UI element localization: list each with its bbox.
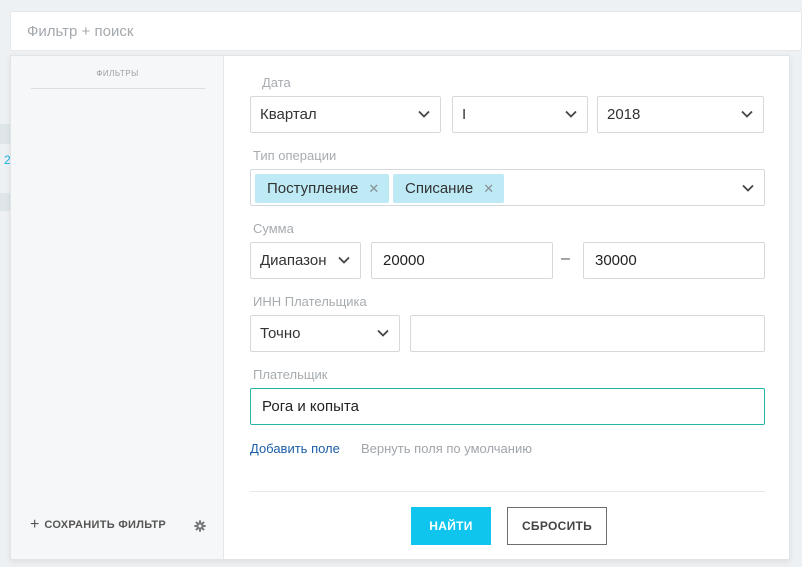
tag-writeoff: Списание ✕ bbox=[393, 174, 504, 203]
form-divider bbox=[250, 491, 765, 492]
date-year-value: 2018 bbox=[607, 106, 641, 123]
operation-type-multiselect[interactable]: Поступление ✕ Списание ✕ bbox=[250, 169, 765, 206]
chevron-down-icon bbox=[418, 110, 430, 118]
amount-from-value: 20000 bbox=[383, 252, 425, 269]
background-row bbox=[0, 193, 10, 211]
filter-panel: ФИЛЬТРЫ + СОХРАНИТЬ ФИЛЬТР Дата Квартал … bbox=[10, 55, 790, 560]
tag-writeoff-label: Списание bbox=[405, 180, 474, 197]
amount-mode-select[interactable]: Диапазон bbox=[250, 242, 361, 279]
payer-label: Плательщик bbox=[253, 367, 328, 382]
inn-label: ИНН Плательщика bbox=[253, 294, 367, 309]
amount-label: Сумма bbox=[253, 221, 294, 236]
plus-icon: + bbox=[30, 516, 40, 533]
close-icon[interactable]: ✕ bbox=[483, 181, 494, 197]
chevron-down-icon bbox=[742, 184, 754, 192]
gear-icon[interactable] bbox=[194, 520, 206, 532]
date-quarter-value: I bbox=[462, 106, 467, 123]
search-input[interactable] bbox=[11, 12, 801, 50]
operation-type-label: Тип операции bbox=[253, 148, 337, 163]
date-period-select[interactable]: Квартал bbox=[250, 96, 441, 133]
date-quarter-select[interactable]: I bbox=[452, 96, 588, 133]
save-filter-label: СОХРАНИТЬ ФИЛЬТР bbox=[44, 519, 166, 531]
add-field-link[interactable]: Добавить поле bbox=[250, 441, 340, 456]
tag-income-label: Поступление bbox=[267, 180, 359, 197]
amount-mode-value: Диапазон bbox=[260, 252, 327, 269]
save-filter-button[interactable]: + СОХРАНИТЬ ФИЛЬТР bbox=[30, 517, 166, 533]
amount-from-input[interactable]: 20000 bbox=[371, 242, 553, 279]
chevron-down-icon bbox=[741, 110, 753, 118]
inn-input[interactable] bbox=[410, 315, 765, 352]
background-row bbox=[0, 124, 10, 144]
date-year-select[interactable]: 2018 bbox=[597, 96, 764, 133]
filters-sidebar: ФИЛЬТРЫ + СОХРАНИТЬ ФИЛЬТР bbox=[11, 56, 224, 559]
chevron-down-icon bbox=[338, 256, 350, 264]
date-label: Дата bbox=[262, 75, 291, 90]
amount-to-value: 30000 bbox=[595, 252, 637, 269]
inn-mode-select[interactable]: Точно bbox=[250, 315, 400, 352]
reset-button[interactable]: СБРОСИТЬ bbox=[507, 507, 607, 545]
sidebar-title: ФИЛЬТРЫ bbox=[96, 69, 139, 78]
close-icon[interactable]: ✕ bbox=[368, 181, 379, 197]
chevron-down-icon bbox=[377, 329, 389, 337]
payer-input[interactable]: Рога и копыта bbox=[250, 388, 765, 425]
search-bar[interactable] bbox=[10, 11, 802, 51]
find-button[interactable]: НАЙТИ bbox=[411, 507, 491, 545]
chevron-down-icon bbox=[565, 110, 577, 118]
sidebar-divider bbox=[31, 88, 205, 89]
date-period-value: Квартал bbox=[260, 106, 317, 123]
inn-mode-value: Точно bbox=[260, 325, 301, 342]
range-separator: – bbox=[561, 250, 570, 267]
payer-value: Рога и копыта bbox=[262, 398, 359, 415]
amount-to-input[interactable]: 30000 bbox=[583, 242, 765, 279]
reset-fields-link[interactable]: Вернуть поля по умолчанию bbox=[361, 441, 532, 456]
tag-income: Поступление ✕ bbox=[255, 174, 389, 203]
